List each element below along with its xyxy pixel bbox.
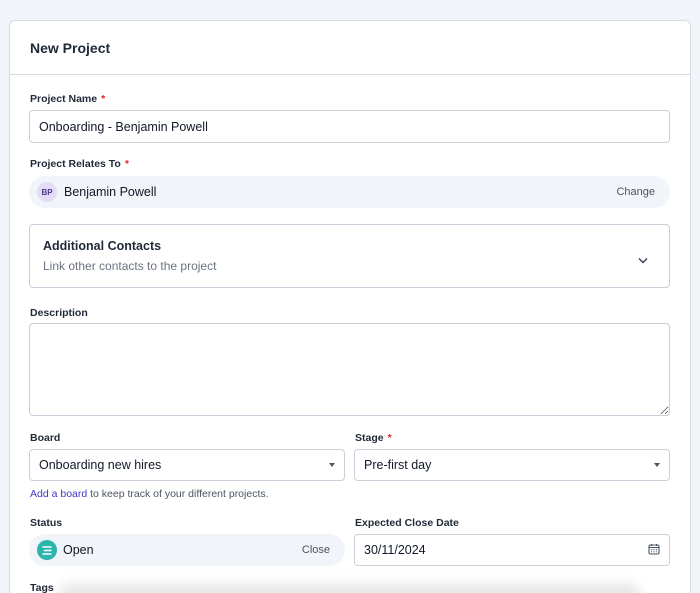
relates-to-label-text: Project Relates To (30, 158, 121, 170)
required-asterisk: * (101, 93, 106, 105)
additional-contacts-subtitle: Link other contacts to the project (43, 259, 217, 273)
project-name-value: Onboarding - Benjamin Powell (39, 119, 208, 134)
card-header: New Project (10, 21, 690, 75)
floating-toolbar-shadow (60, 584, 640, 593)
status-list-icon (37, 540, 57, 560)
additional-contacts-dropdown[interactable]: Additional Contacts Link other contacts … (29, 224, 670, 288)
add-board-link[interactable]: Add a board (30, 488, 87, 500)
expected-close-date-input[interactable]: 30/11/2024 (354, 534, 670, 566)
board-select[interactable]: Onboarding new hires (29, 449, 345, 481)
description-label: Description (30, 307, 88, 319)
project-name-label: Project Name * (30, 93, 105, 105)
chevron-down-icon (638, 251, 648, 269)
calendar-icon[interactable] (648, 543, 660, 558)
board-value: Onboarding new hires (39, 458, 162, 472)
contact-name: Benjamin Powell (64, 185, 157, 199)
stage-label: Stage * (355, 432, 392, 444)
status-field: Open Close (29, 534, 345, 566)
board-label: Board (30, 432, 61, 444)
avatar: BP (37, 182, 57, 202)
change-contact-button[interactable]: Change (616, 186, 655, 198)
relates-to-label: Project Relates To * (30, 158, 129, 170)
board-hint-text: to keep track of your different projects… (87, 488, 269, 500)
stage-select[interactable]: Pre-first day (354, 449, 670, 481)
tags-label: Tags (30, 582, 54, 593)
new-project-card: New Project (9, 20, 691, 593)
project-name-input[interactable]: Onboarding - Benjamin Powell (29, 110, 670, 143)
stage-label-text: Stage (355, 432, 384, 444)
stage-value: Pre-first day (364, 458, 432, 472)
additional-contacts-title: Additional Contacts (43, 239, 162, 253)
status-value: Open (63, 543, 94, 557)
status-label: Status (30, 517, 63, 529)
board-hint: Add a board to keep track of your differ… (30, 488, 269, 500)
required-asterisk: * (124, 158, 129, 170)
required-asterisk: * (387, 432, 392, 444)
project-name-label-text: Project Name (30, 93, 98, 105)
description-textarea[interactable] (29, 323, 670, 416)
close-status-button[interactable]: Close (302, 544, 330, 556)
caret-down-icon (329, 463, 335, 467)
page-title: New Project (30, 40, 111, 56)
expected-close-value: 30/11/2024 (364, 543, 426, 557)
caret-down-icon (654, 463, 660, 467)
relates-to-contact: BP Benjamin Powell Change (29, 176, 670, 208)
expected-close-label: Expected Close Date (355, 517, 459, 529)
